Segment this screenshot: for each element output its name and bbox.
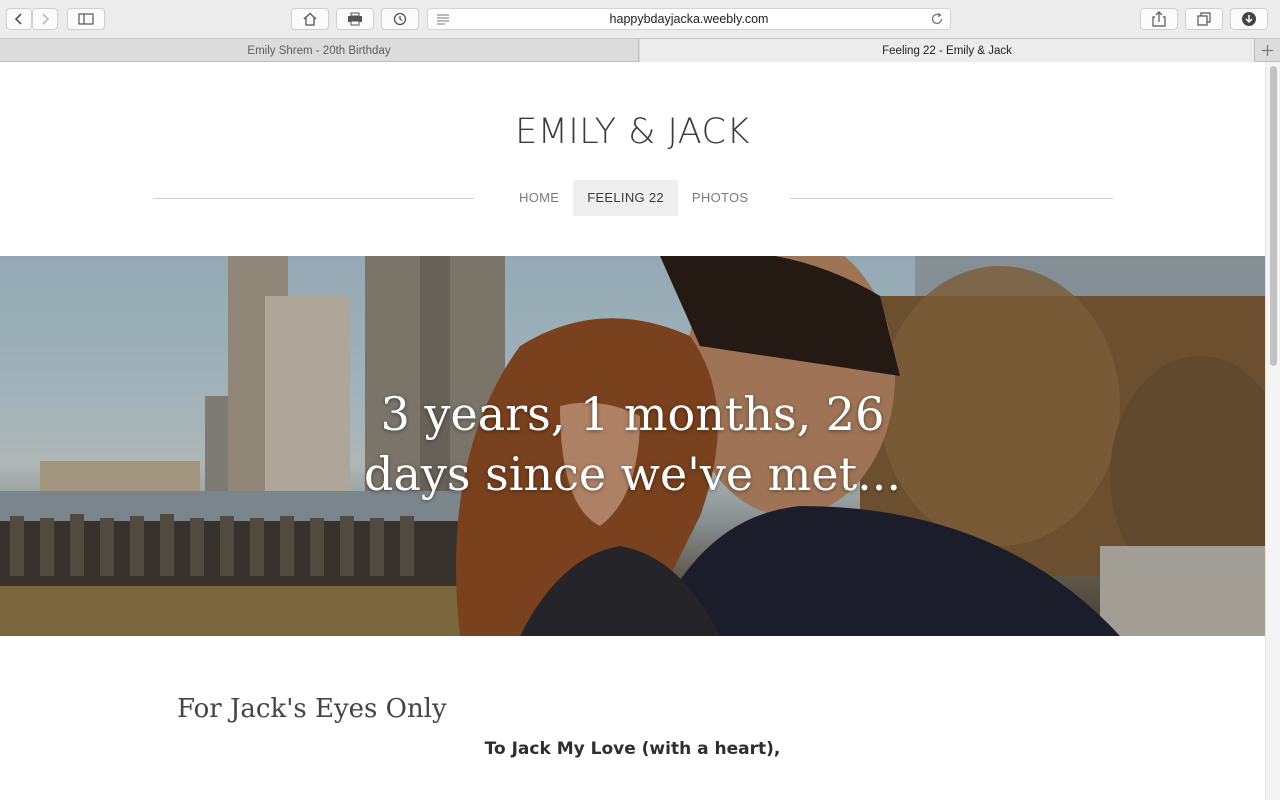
tab-emily-shrem[interactable]: Emily Shrem - 20th Birthday	[0, 39, 639, 62]
download-icon	[1242, 12, 1256, 26]
browser-toolbar: happybdayjacka.weebly.com	[0, 0, 1280, 38]
chevron-left-icon	[14, 13, 22, 25]
new-tab-button[interactable]	[1257, 43, 1277, 58]
nav-divider-left	[153, 198, 474, 199]
home-icon	[303, 12, 317, 26]
reload-icon[interactable]	[930, 12, 944, 26]
share-icon	[1152, 11, 1166, 27]
tab-feeling-22[interactable]: Feeling 22 - Emily & Jack	[640, 39, 1255, 62]
sidebar-button[interactable]	[67, 8, 105, 30]
nav-feeling-22[interactable]: FEELING 22	[573, 180, 678, 216]
clock-icon	[393, 12, 407, 26]
history-button[interactable]	[381, 8, 419, 30]
home-button[interactable]	[291, 8, 329, 30]
site-title[interactable]: EMILY & JACK	[0, 112, 1265, 152]
url-text[interactable]: happybdayjacka.weebly.com	[428, 12, 950, 26]
scrollbar-thumb[interactable]	[1270, 66, 1277, 366]
section-heading: For Jack's Eyes Only	[177, 694, 447, 724]
print-button[interactable]	[336, 8, 374, 30]
hero-line-1: 3 years, 1 months, 26	[380, 387, 885, 441]
back-button[interactable]	[6, 8, 32, 30]
forward-button[interactable]	[32, 8, 58, 30]
downloads-button[interactable]	[1230, 8, 1268, 30]
sidebar-icon	[78, 13, 94, 25]
page-scrollbar[interactable]	[1265, 62, 1280, 800]
tab-overview-button[interactable]	[1185, 8, 1223, 30]
hero-line-2: days since we've met...	[364, 447, 901, 501]
share-button[interactable]	[1140, 8, 1178, 30]
hero-banner: 3 years, 1 months, 26 days since we've m…	[0, 256, 1265, 636]
nav-home[interactable]: HOME	[505, 180, 573, 216]
address-bar[interactable]: happybdayjacka.weebly.com	[427, 8, 951, 30]
tab-bar: Emily Shrem - 20th Birthday Feeling 22 -…	[0, 38, 1280, 62]
nav-divider-right	[790, 198, 1113, 199]
printer-icon	[348, 12, 362, 26]
tabs-icon	[1197, 12, 1211, 26]
plus-icon	[1261, 45, 1273, 56]
nav-photos[interactable]: PHOTOS	[678, 180, 762, 216]
site-nav: HOME FEELING 22 PHOTOS	[505, 180, 762, 216]
letter-greeting: To Jack My Love (with a heart),	[484, 739, 781, 759]
chevron-right-icon	[42, 13, 50, 25]
hero-counter-text: 3 years, 1 months, 26 days since we've m…	[0, 384, 1265, 504]
web-page: EMILY & JACK HOME FEELING 22 PHOTOS 3 ye…	[0, 62, 1265, 800]
